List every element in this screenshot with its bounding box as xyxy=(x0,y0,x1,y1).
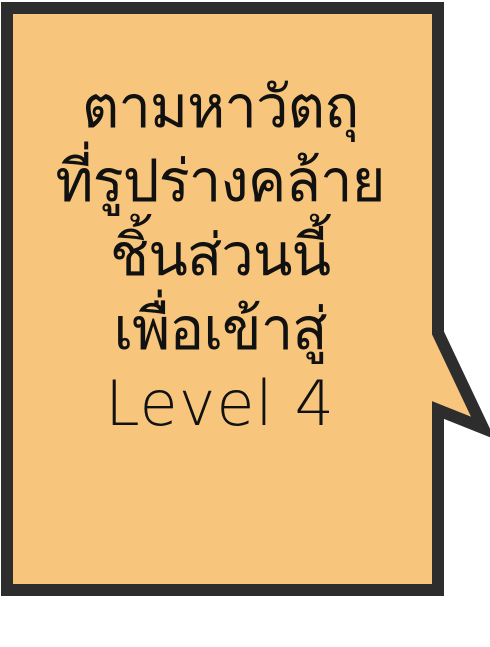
instruction-line-4: เพื่อเข้าสู่ xyxy=(113,295,327,363)
instruction-line-3: ชิ้นส่วนนี้ xyxy=(109,221,331,289)
level-label: Level 4 xyxy=(105,367,335,440)
instruction-line-1: ตามหาวัตถุ xyxy=(81,73,360,141)
instruction-line-2: ที่รูปร่างคล้าย xyxy=(55,147,385,215)
speech-bubble-text: ตามหาวัตถุ ที่รูปร่างคล้าย ชิ้นส่วนนี้ เ… xyxy=(10,70,430,442)
